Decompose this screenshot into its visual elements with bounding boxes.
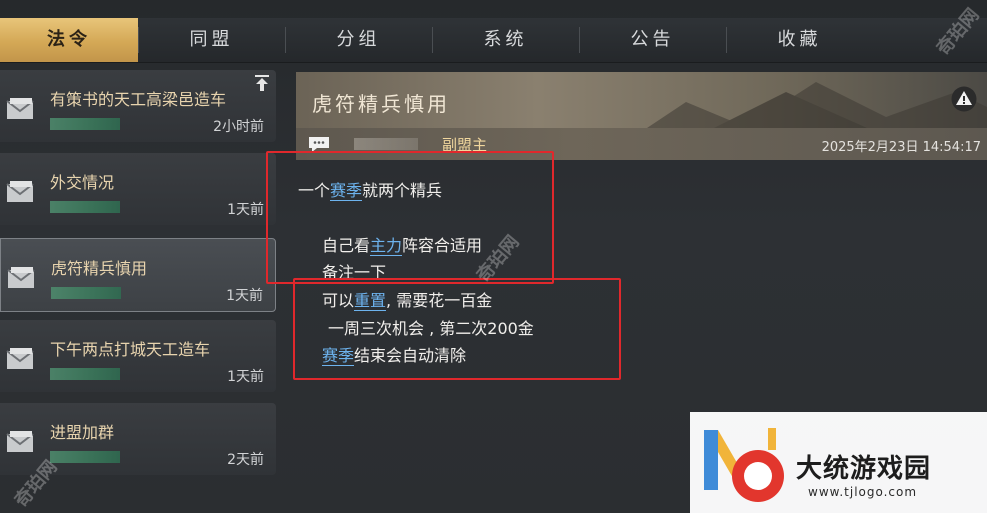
annotation-box-1 xyxy=(266,151,554,284)
pin-top-icon[interactable] xyxy=(254,74,270,92)
message-title: 进盟加群 xyxy=(50,423,115,442)
envelope-icon xyxy=(6,431,34,452)
watermark-logo: 大统游戏园 www.tjlogo.com xyxy=(690,412,987,513)
message-time: 2小时前 xyxy=(213,119,264,135)
tab-bar: 法令 同盟 分组 系统 公告 收藏 xyxy=(0,18,987,63)
sender-name-redacted xyxy=(50,368,120,380)
message-title: 外交情况 xyxy=(50,173,115,192)
logo-emblem-icon xyxy=(704,428,784,502)
message-title: 下午两点打城天工造车 xyxy=(50,340,211,359)
tab-system[interactable]: 系统 xyxy=(432,18,579,62)
message-time: 1天前 xyxy=(227,202,264,218)
message-title: 虎符精兵慎用 xyxy=(51,259,148,278)
envelope-icon xyxy=(6,348,34,369)
sender-name-redacted xyxy=(50,451,120,463)
envelope-icon xyxy=(7,267,35,288)
tab-alliance[interactable]: 同盟 xyxy=(138,18,285,62)
tab-decrees[interactable]: 法令 xyxy=(0,18,138,62)
sender-name-redacted xyxy=(51,287,121,299)
detail-title: 虎符精兵慎用 xyxy=(312,92,450,116)
sender-name-redacted xyxy=(354,138,418,150)
watermark-logo-text: 大统游戏园 xyxy=(796,454,932,484)
tab-announcements[interactable]: 公告 xyxy=(579,18,726,62)
message-item-4[interactable]: 下午两点打城天工造车 1天前 xyxy=(0,320,276,392)
report-warning-icon[interactable] xyxy=(951,86,977,112)
tab-groups[interactable]: 分组 xyxy=(285,18,432,62)
sender-name-redacted xyxy=(50,201,120,213)
message-title: 有策书的天工高梁邑造车 xyxy=(50,90,227,109)
tab-favorites[interactable]: 收藏 xyxy=(726,18,873,62)
envelope-icon xyxy=(6,181,34,202)
message-time: 1天前 xyxy=(226,288,263,304)
message-time: 2天前 xyxy=(227,452,264,468)
message-item-3[interactable]: 虎符精兵慎用 1天前 xyxy=(0,238,276,312)
message-item-2[interactable]: 外交情况 1天前 xyxy=(0,153,276,225)
watermark-url: www.tjlogo.com xyxy=(808,485,918,499)
message-time: 1天前 xyxy=(227,369,264,385)
message-item-1[interactable]: 有策书的天工高梁邑造车 2小时前 xyxy=(0,70,276,142)
envelope-icon xyxy=(6,98,34,119)
sent-datetime: 2025年2月23日 14:54:17 xyxy=(821,140,981,155)
mail-screen: 法令 同盟 分组 系统 公告 收藏 有策书的天工高梁邑造车 2小时前 外交情况 … xyxy=(0,0,987,513)
annotation-box-2 xyxy=(293,278,621,380)
sender-name-redacted xyxy=(50,118,120,130)
